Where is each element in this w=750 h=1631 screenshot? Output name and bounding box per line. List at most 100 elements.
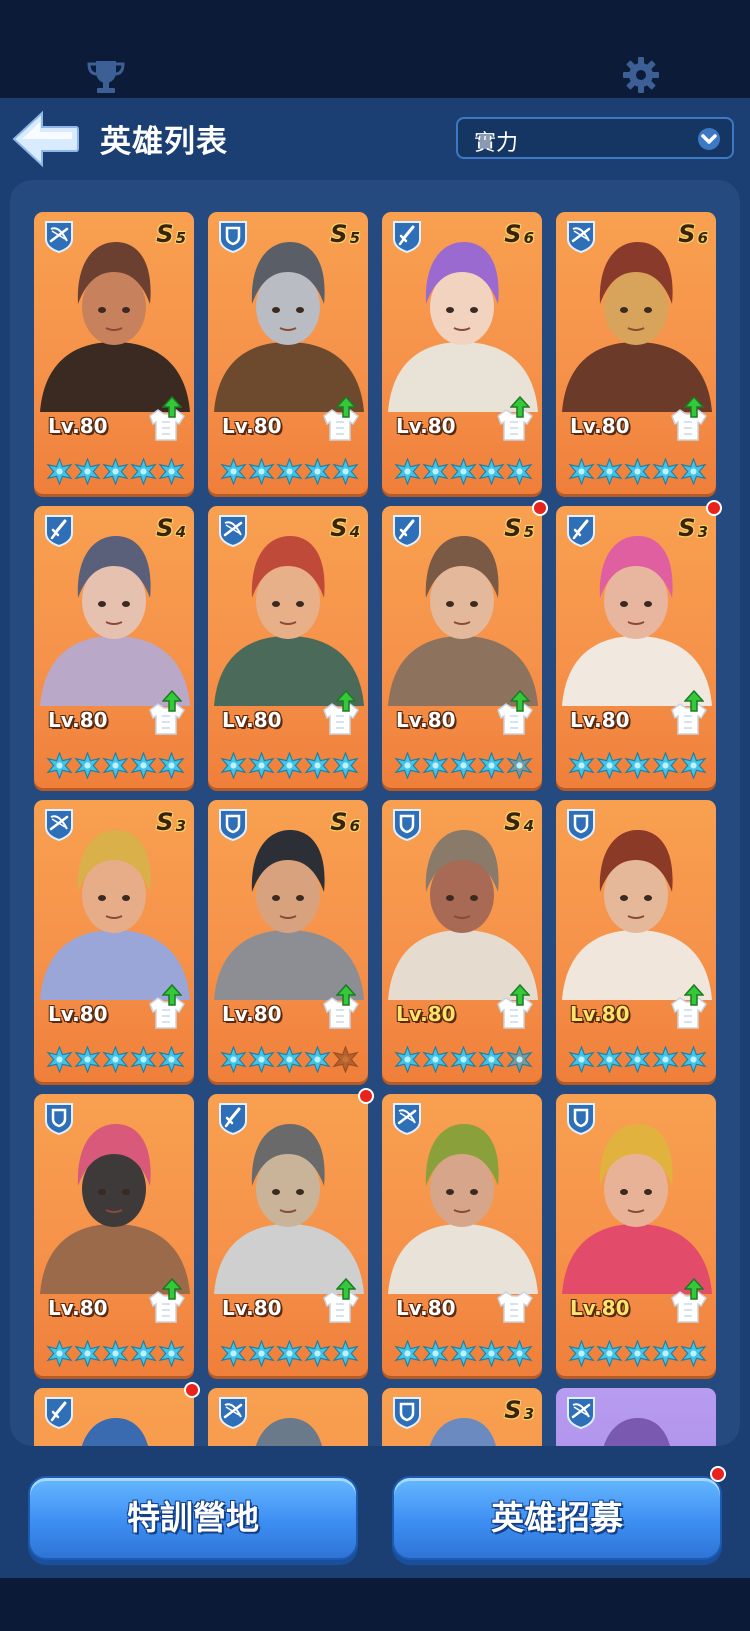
hero-level: Lv.80 (222, 1296, 282, 1320)
star-icon (568, 458, 595, 485)
upgrade-arrow-icon (684, 396, 704, 418)
star-icon (624, 752, 651, 779)
hero-notification-dot (532, 500, 548, 516)
shield-icon (567, 1103, 595, 1135)
hero-card[interactable] (208, 1388, 368, 1446)
star-icon (422, 752, 449, 779)
star-icon (102, 1046, 129, 1073)
star-icon (102, 752, 129, 779)
hero-level: Lv.80 (396, 414, 456, 438)
hero-grid-container[interactable]: S 5 Lv.80 S 5 Lv.80 S 6 Lv.80 S 6 Lv.80 S 4 Lv.80 S 4 Lv.… (10, 180, 740, 1446)
star-icon (46, 1340, 73, 1367)
hero-card[interactable]: S 4 Lv.80 (34, 506, 194, 788)
upgrade-arrow-icon (162, 690, 182, 712)
shield-icon (219, 809, 247, 841)
star-icon (478, 1340, 505, 1367)
star-icon (478, 1046, 505, 1073)
star-icon (624, 1046, 651, 1073)
star-icon (46, 458, 73, 485)
hero-card[interactable]: S 6 Lv.80 (382, 212, 542, 494)
hero-card[interactable]: S 4 Lv.80 (382, 800, 542, 1082)
ranged-icon (219, 515, 247, 547)
rank-letter: S (156, 220, 174, 248)
rank-letter: S (330, 808, 348, 836)
star-icon (158, 752, 185, 779)
hero-card[interactable] (556, 1388, 716, 1446)
star-icon (450, 752, 477, 779)
ranged-icon (567, 1397, 595, 1429)
star-icon (652, 1046, 679, 1073)
rank-letter: S (156, 514, 174, 542)
hero-stars (568, 458, 708, 486)
star-icon (158, 1340, 185, 1367)
rank-number: 4 (523, 817, 534, 835)
hero-card[interactable]: S 3 Lv.80 (556, 506, 716, 788)
star-icon (450, 1340, 477, 1367)
hero-card[interactable]: S 6 Lv.80 (556, 212, 716, 494)
shield-icon (567, 809, 595, 841)
sort-dropdown[interactable]: 實力 (456, 117, 734, 159)
hero-card[interactable]: Lv.80 (556, 800, 716, 1082)
hero-card[interactable]: S 5 Lv.80 (34, 212, 194, 494)
hero-card[interactable]: S 5 Lv.80 (208, 212, 368, 494)
star-icon (506, 752, 533, 779)
trophy-icon[interactable] (86, 58, 126, 94)
star-icon (624, 458, 651, 485)
star-icon (596, 1340, 623, 1367)
shield-icon (393, 1397, 421, 1429)
hero-card[interactable]: Lv.80 (556, 1094, 716, 1376)
sword-icon (45, 1397, 73, 1429)
hero-card[interactable]: S 4 Lv.80 (208, 506, 368, 788)
star-icon (506, 1046, 533, 1073)
rank-number: 6 (523, 229, 534, 247)
upgrade-arrow-icon (336, 396, 356, 418)
upgrade-arrow-icon (336, 984, 356, 1006)
hero-card[interactable] (34, 1388, 194, 1446)
star-icon (394, 752, 421, 779)
hero-card[interactable]: Lv.80 (208, 1094, 368, 1376)
star-icon (46, 1046, 73, 1073)
header: 英雄列表 實力 (0, 98, 750, 182)
hero-level: Lv.80 (48, 708, 108, 732)
training-camp-button[interactable]: 特訓營地 (28, 1476, 358, 1560)
hero-card[interactable]: S 5 Lv.80 (382, 506, 542, 788)
star-icon (220, 458, 247, 485)
upgrade-arrow-icon (336, 1278, 356, 1300)
hero-card[interactable]: S 6 Lv.80 (208, 800, 368, 1082)
hero-level: Lv.80 (48, 1002, 108, 1026)
rank-number: 3 (175, 817, 186, 835)
hero-level: Lv.80 (48, 1296, 108, 1320)
star-icon (506, 1340, 533, 1367)
star-icon (304, 1046, 331, 1073)
star-icon (422, 458, 449, 485)
shield-icon (393, 809, 421, 841)
star-icon (102, 458, 129, 485)
star-icon (422, 1340, 449, 1367)
hero-card[interactable]: Lv.80 (382, 1094, 542, 1376)
rank-number: 6 (349, 817, 360, 835)
hero-rank-badge: S3 (678, 514, 708, 542)
star-icon (46, 752, 73, 779)
upgrade-arrow-icon (162, 984, 182, 1006)
hero-stars (46, 1340, 186, 1368)
hero-card[interactable]: S 3 Lv.80 (34, 800, 194, 1082)
app-root: 英雄列表 實力 S 5 Lv.80 S 5 Lv.80 S 6 Lv.80 S 6 Lv.80 S 4 Lv… (0, 0, 750, 1631)
hero-rank-badge: S4 (156, 514, 186, 542)
upgrade-arrow-icon (684, 1278, 704, 1300)
settings-gear-icon[interactable] (622, 56, 660, 94)
star-icon (680, 458, 707, 485)
rank-number: 5 (175, 229, 186, 247)
star-icon (276, 1046, 303, 1073)
ranged-icon (45, 221, 73, 253)
star-icon (680, 752, 707, 779)
star-icon (74, 1340, 101, 1367)
rank-letter: S (504, 514, 522, 542)
hero-card[interactable]: S3 (382, 1388, 542, 1446)
back-arrow-icon[interactable] (10, 110, 80, 168)
sword-icon (393, 221, 421, 253)
hero-level: Lv.80 (396, 1002, 456, 1026)
hero-recruit-button[interactable]: 英雄招募 (392, 1476, 722, 1560)
shield-icon (45, 1103, 73, 1135)
shield-icon (219, 221, 247, 253)
hero-card[interactable]: Lv.80 (34, 1094, 194, 1376)
